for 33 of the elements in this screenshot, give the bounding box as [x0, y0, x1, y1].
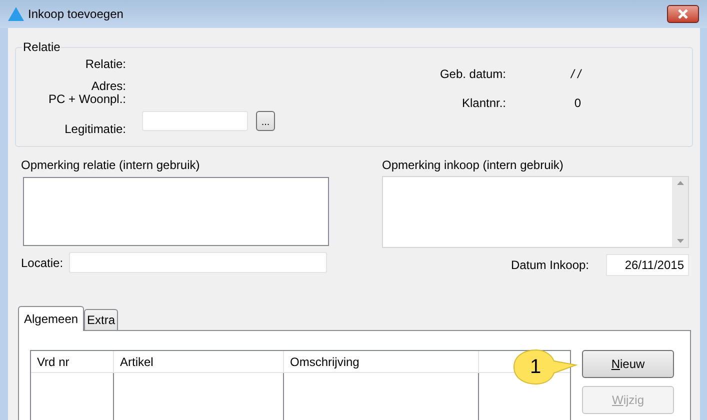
tab[interactable]: Extra [84, 309, 118, 330]
close-button[interactable] [667, 5, 699, 23]
group-title: Relatie [22, 40, 62, 54]
callout-number: 1 [530, 356, 542, 378]
close-icon [678, 9, 688, 19]
field-label: Relatie: [85, 58, 126, 71]
field-label: Datum Inkoop: [510, 257, 589, 274]
column-header[interactable]: Artikel [114, 351, 284, 372]
field-label: PC + Woonpl.: [48, 93, 126, 106]
scroll-up-icon [676, 181, 684, 185]
field-label: Geb. datum: [440, 68, 506, 81]
legitimatie-field[interactable] [142, 111, 248, 131]
purchase-remark-field[interactable] [382, 176, 689, 248]
field-label: Legitimatie: [64, 123, 126, 136]
remark-label: Opmerking relatie (intern gebruik) [21, 158, 201, 172]
remark-label: Opmerking inkoop (intern gebruik) [382, 158, 564, 172]
tab[interactable]: Algemeen [18, 306, 84, 331]
new-button[interactable]: Nieuw [582, 350, 674, 378]
column-header[interactable]: Vrd nr [31, 351, 114, 372]
location-field[interactable] [69, 252, 328, 273]
column-header[interactable]: Omschrijving [284, 351, 479, 372]
app-icon [8, 7, 24, 21]
scroll-down-icon [676, 239, 684, 243]
birth-date-value: / / [570, 68, 581, 81]
scrollbar[interactable] [672, 177, 688, 247]
browse-button[interactable]: ... [256, 111, 275, 131]
field-label: Klantnr.: [462, 97, 506, 110]
field-label: Adres: [91, 80, 126, 93]
window-title: Inkoop toevoegen [28, 6, 124, 23]
customer-number-value: 0 [574, 97, 581, 110]
purchase-date-field[interactable]: 26/11/2015 [606, 254, 689, 276]
relation-remark-field[interactable] [23, 177, 329, 246]
field-label: Locatie: [21, 254, 64, 272]
